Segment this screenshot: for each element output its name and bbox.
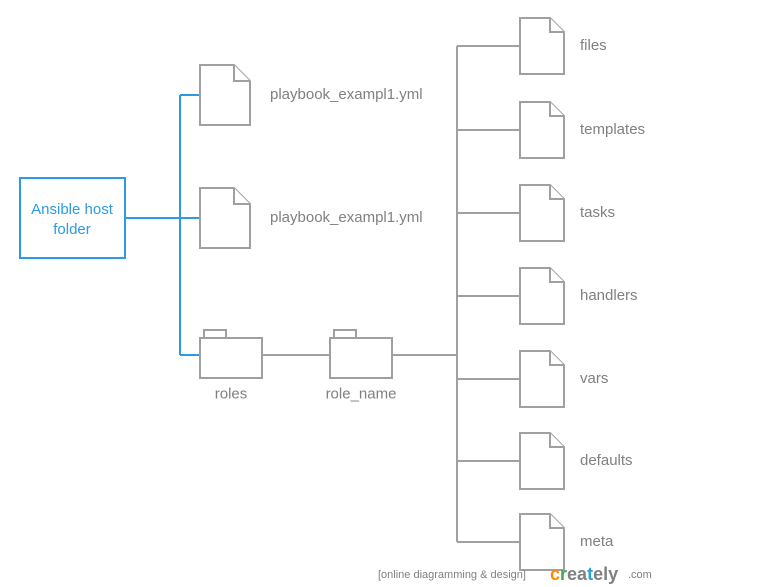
file-icon [200, 188, 250, 248]
file-label: templates [580, 121, 645, 138]
file-label: files [580, 37, 607, 54]
file-icon [520, 185, 564, 241]
folder-icon [330, 330, 392, 378]
file-icon [520, 268, 564, 324]
file-node-playbook-2: playbook_exampl1.yml [200, 188, 423, 248]
folder-label: role_name [326, 385, 397, 402]
file-node-meta: meta [457, 514, 614, 570]
file-node-handlers: handlers [457, 268, 638, 324]
file-icon [520, 18, 564, 74]
file-label: tasks [580, 204, 615, 221]
file-icon [520, 351, 564, 407]
file-label: playbook_exampl1.yml [270, 86, 423, 103]
file-node-files: files [457, 18, 607, 74]
file-node-playbook-1: playbook_exampl1.yml [200, 65, 423, 125]
folder-icon [200, 330, 262, 378]
folder-node-role-name: role_name [326, 330, 397, 402]
brand-logo: creately [550, 564, 618, 584]
file-node-vars: vars [457, 351, 608, 407]
file-label: defaults [580, 452, 633, 469]
folder-label: roles [215, 385, 248, 402]
footer-text: [online diagramming & design] [378, 569, 526, 581]
watermark: [online diagramming & design] creately .… [378, 564, 652, 584]
folder-node-roles: roles [200, 330, 262, 402]
root-node: Ansible host folder [20, 178, 125, 258]
file-label: playbook_exampl1.yml [270, 209, 423, 226]
file-node-defaults: defaults [457, 433, 633, 489]
diagram-canvas: Ansible host folder playbook_exampl1.yml… [0, 0, 769, 587]
file-node-tasks: tasks [457, 185, 615, 241]
footer-tail: .com [628, 569, 652, 581]
file-label: handlers [580, 287, 638, 304]
file-label: meta [580, 533, 614, 550]
file-icon [200, 65, 250, 125]
file-icon [520, 433, 564, 489]
root-connectors [125, 95, 200, 355]
root-label-line2: folder [53, 221, 91, 238]
file-icon [520, 514, 564, 570]
file-node-templates: templates [457, 102, 645, 158]
file-icon [520, 102, 564, 158]
root-label-line1: Ansible host [31, 201, 114, 218]
file-label: vars [580, 370, 608, 387]
